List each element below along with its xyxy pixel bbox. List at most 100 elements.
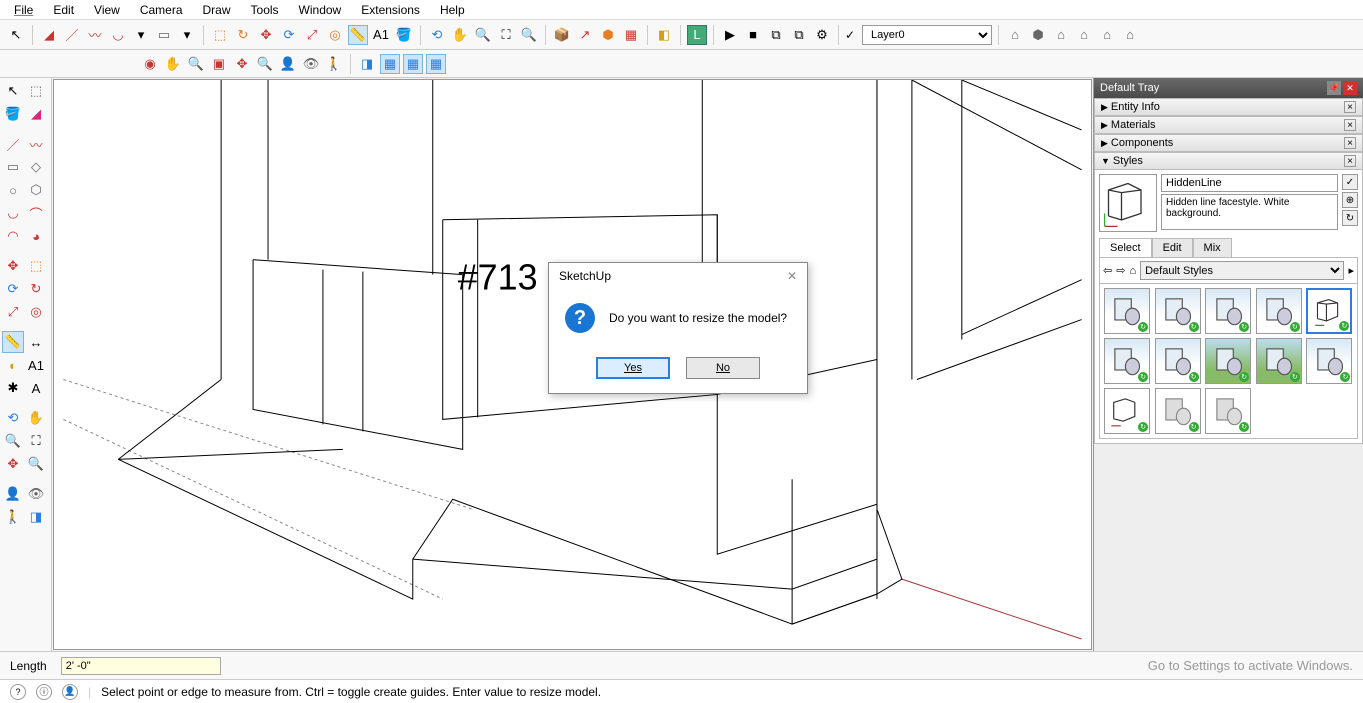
tray-title-bar[interactable]: Default Tray 📌✕	[1094, 78, 1363, 98]
eraser-tool-icon[interactable]: ◢	[39, 25, 59, 45]
text-tool-icon[interactable]: A1	[371, 25, 391, 45]
panel-materials[interactable]: ▶Materials×	[1094, 116, 1363, 134]
panel-components[interactable]: ▶Components×	[1094, 134, 1363, 152]
yes-button[interactable]: Yes	[596, 357, 670, 379]
house-style4-icon[interactable]: ⌂	[1074, 25, 1094, 45]
previous-view-icon[interactable]: 🔍	[519, 25, 539, 45]
style-thumb-10[interactable]: ↻	[1306, 338, 1352, 384]
scene-prev-icon[interactable]: ⧉	[766, 25, 786, 45]
line-icon[interactable]: ／	[2, 133, 24, 155]
freehand-icon[interactable]: 〰	[85, 25, 105, 45]
offset-icon[interactable]: ◎	[25, 301, 47, 323]
position-camera-icon[interactable]: 👤	[278, 54, 298, 74]
extension-icon[interactable]: ⬢	[598, 25, 618, 45]
style-thumb-2[interactable]: ↻	[1155, 288, 1201, 334]
menu-file[interactable]: File	[4, 1, 43, 19]
nav-detail-icon[interactable]: ▸	[1348, 264, 1354, 277]
section-fill-icon[interactable]: ▦	[426, 54, 446, 74]
zoomext-icon[interactable]: ✥	[2, 453, 24, 475]
style-thumb-6[interactable]: ↻	[1104, 338, 1150, 384]
panel-styles[interactable]: ▼Styles×	[1094, 152, 1363, 170]
style-new-icon[interactable]: ⊕	[1342, 192, 1358, 208]
move-icon[interactable]: ✥	[2, 255, 24, 277]
style-thumb-1[interactable]: ↻	[1104, 288, 1150, 334]
line-tool-icon[interactable]: ／	[62, 25, 82, 45]
menu-draw[interactable]: Draw	[193, 1, 241, 19]
scene-next-icon[interactable]: ⧉	[789, 25, 809, 45]
menu-camera[interactable]: Camera	[130, 1, 193, 19]
rotate-tool-icon[interactable]: ⟳	[279, 25, 299, 45]
menu-view[interactable]: View	[84, 1, 130, 19]
rect-dropdown-icon[interactable]: ▾	[177, 25, 197, 45]
walk-icon[interactable]: 🚶	[324, 54, 344, 74]
menu-window[interactable]: Window	[289, 1, 352, 19]
style-thumb-9[interactable]: ↻	[1256, 338, 1302, 384]
protractor-icon[interactable]: ◐	[2, 354, 24, 376]
nav-fwd-icon[interactable]: ⇨	[1116, 264, 1125, 277]
paint-icon[interactable]: 🪣	[2, 103, 24, 125]
layer-select[interactable]: Layer0	[862, 25, 992, 45]
solid-union-icon[interactable]: ◉	[140, 54, 160, 74]
menu-tools[interactable]: Tools	[241, 1, 289, 19]
arc-tool-icon[interactable]: ◡	[108, 25, 128, 45]
pie-icon[interactable]: ◕	[25, 225, 47, 247]
zoom-extents-icon[interactable]: ⛶	[496, 25, 516, 45]
house-style5-icon[interactable]: ⌂	[1097, 25, 1117, 45]
panel-close-icon[interactable]: ×	[1344, 155, 1356, 167]
house-style3-icon[interactable]: ⌂	[1051, 25, 1071, 45]
solid-zoom-icon[interactable]: 🔍	[186, 54, 206, 74]
style-collection-select[interactable]: Default Styles	[1140, 261, 1344, 280]
rotate-icon[interactable]: ⟳	[2, 278, 24, 300]
push-pull-icon[interactable]: ⬚	[210, 25, 230, 45]
tab-select[interactable]: Select	[1099, 238, 1152, 257]
poscamera-icon[interactable]: 👤	[2, 483, 24, 505]
length-input[interactable]	[61, 657, 221, 675]
eraser-icon[interactable]: ◢	[25, 103, 47, 125]
zoom2-icon[interactable]: 🔍	[2, 430, 24, 452]
user-icon[interactable]: 👤	[62, 684, 78, 700]
scale-tool-icon[interactable]: ⤢	[302, 25, 322, 45]
ext-manager-icon[interactable]: ▦	[621, 25, 641, 45]
nav-home-icon[interactable]: ⌂	[1129, 265, 1136, 277]
dialog-close-icon[interactable]: ✕	[787, 269, 797, 283]
orbit-icon[interactable]: ⟲	[427, 25, 447, 45]
panel-close-icon[interactable]: ×	[1344, 101, 1356, 113]
pan2-icon[interactable]: ✋	[25, 407, 47, 429]
menu-extensions[interactable]: Extensions	[351, 1, 430, 19]
offset-tool-icon[interactable]: ◎	[325, 25, 345, 45]
zoomwin-icon[interactable]: ⛶	[25, 430, 47, 452]
section-cut-icon[interactable]: ▦	[403, 54, 423, 74]
section-display-icon[interactable]: ▦	[380, 54, 400, 74]
solid-window-icon[interactable]: ▣	[209, 54, 229, 74]
section-plane-icon[interactable]: ◨	[357, 54, 377, 74]
zoomprev-icon[interactable]: 🔍	[25, 453, 47, 475]
select-icon[interactable]: ↖	[2, 80, 24, 102]
rect-tool-icon[interactable]: ▭	[154, 25, 174, 45]
house-style1-icon[interactable]: ⌂	[1005, 25, 1025, 45]
tab-edit[interactable]: Edit	[1152, 238, 1193, 257]
play-icon[interactable]: ▶	[720, 25, 740, 45]
rot-rect-icon[interactable]: ◇	[25, 156, 47, 178]
style-thumb-5-selected[interactable]: ↻	[1306, 288, 1352, 334]
look-around-icon[interactable]: 👁	[301, 54, 321, 74]
panel-entity-info[interactable]: ▶Entity Info×	[1094, 98, 1363, 116]
warehouse-icon[interactable]: 📦	[552, 25, 572, 45]
help-icon[interactable]: ?	[10, 684, 26, 700]
style-update-icon[interactable]: ✓	[1342, 174, 1358, 190]
scale-icon[interactable]: ⤢	[2, 301, 24, 323]
style-thumb-12[interactable]: ↻	[1155, 388, 1201, 434]
tape-icon[interactable]: 📏	[2, 331, 24, 353]
style-thumb-13[interactable]: ↻	[1205, 388, 1251, 434]
walk2-icon[interactable]: 🚶	[2, 506, 24, 528]
solid-hand-icon[interactable]: ✋	[163, 54, 183, 74]
settings-icon[interactable]: ⚙	[812, 25, 832, 45]
rect-icon[interactable]: ▭	[2, 156, 24, 178]
polygon-icon[interactable]: ⬡	[25, 179, 47, 201]
component-icon[interactable]: ⬚	[25, 80, 47, 102]
tape-measure-icon[interactable]: 📏	[348, 25, 368, 45]
menu-edit[interactable]: Edit	[43, 1, 84, 19]
pushpull-icon[interactable]: ⬚	[25, 255, 47, 277]
zoom-icon[interactable]: 🔍	[473, 25, 493, 45]
select-tool-icon[interactable]: ↖	[6, 25, 26, 45]
nav-back-icon[interactable]: ⇦	[1103, 264, 1112, 277]
